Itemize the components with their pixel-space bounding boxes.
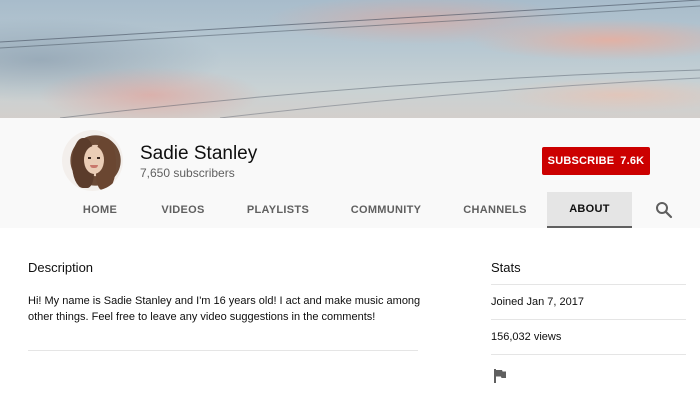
tab-community[interactable]: COMMUNITY [340, 192, 432, 228]
subscribe-button[interactable]: SUBSCRIBE 7.6K [542, 147, 650, 175]
tab-about[interactable]: ABOUT [547, 192, 632, 228]
channel-avatar[interactable] [62, 130, 123, 191]
channel-search-button[interactable] [652, 198, 676, 222]
subscribe-count: 7.6K [620, 155, 645, 167]
power-lines [0, 0, 700, 118]
subscribe-label: SUBSCRIBE [547, 155, 615, 167]
stats-divider [491, 354, 686, 355]
channel-banner [0, 0, 700, 118]
subscriber-count: 7,650 subscribers [140, 166, 235, 180]
stats-heading: Stats [491, 260, 521, 275]
search-icon [656, 202, 673, 219]
description-divider [28, 350, 418, 351]
tab-playlists[interactable]: PLAYLISTS [238, 192, 318, 228]
stats-divider [491, 284, 686, 285]
flag-icon [494, 369, 506, 383]
description-text: Hi! My name is Sadie Stanley and I'm 16 … [28, 295, 421, 323]
report-user-button[interactable] [492, 368, 508, 384]
description-heading: Description [28, 260, 94, 275]
tab-channels[interactable]: CHANNELS [455, 192, 535, 228]
channel-name: Sadie Stanley [140, 143, 258, 164]
tab-home[interactable]: HOME [70, 192, 130, 228]
channel-tabs: HOME VIDEOS PLAYLISTS COMMUNITY CHANNELS… [0, 192, 700, 228]
joined-date: Joined Jan 7, 2017 [491, 296, 584, 308]
tab-videos[interactable]: VIDEOS [150, 192, 216, 228]
view-count: 156,032 views [491, 331, 562, 343]
stats-divider [491, 319, 686, 320]
